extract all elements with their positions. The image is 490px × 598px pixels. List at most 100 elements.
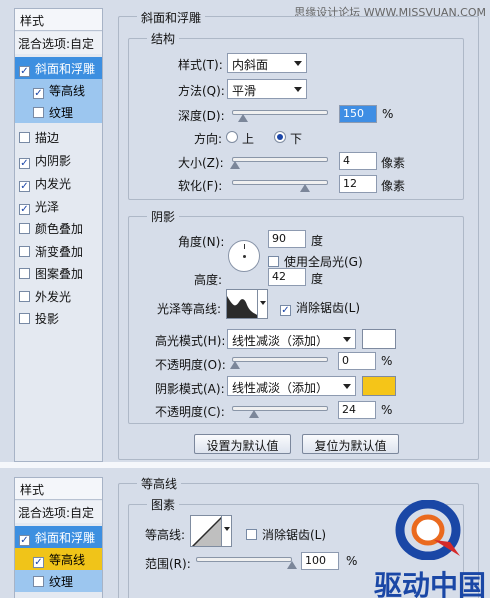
size-unit: 像素 bbox=[381, 156, 406, 170]
altitude-input[interactable]: 42 bbox=[268, 268, 306, 286]
technique-select[interactable]: 平滑 bbox=[227, 79, 307, 99]
size-label: 大小(Z): bbox=[178, 156, 224, 170]
size-slider[interactable] bbox=[232, 157, 328, 162]
style-item-contour[interactable]: ✓ 等高线 bbox=[15, 79, 102, 101]
checkbox-icon[interactable] bbox=[268, 256, 279, 267]
size-slider-thumb[interactable] bbox=[230, 161, 240, 169]
styles-title[interactable]: 样式 bbox=[15, 9, 102, 31]
checkbox-icon[interactable] bbox=[246, 529, 257, 540]
style-select[interactable]: 内斜面 bbox=[227, 53, 307, 73]
soften-slider[interactable] bbox=[232, 180, 328, 185]
logo-mark bbox=[394, 499, 468, 561]
depth-slider-thumb[interactable] bbox=[238, 114, 248, 122]
chevron-down-icon bbox=[343, 384, 351, 389]
highlight-mode-label: 高光模式(H): bbox=[155, 334, 226, 348]
style-item-pattern-overlay[interactable]: 图案叠加 bbox=[15, 262, 102, 284]
range-input[interactable]: 100 bbox=[301, 552, 339, 570]
angle-input[interactable]: 90 bbox=[268, 230, 306, 248]
shadow-opacity-slider[interactable] bbox=[232, 406, 328, 411]
checkbox-icon[interactable] bbox=[19, 246, 30, 257]
shadow-opacity-thumb[interactable] bbox=[249, 410, 259, 418]
style-item-contour-2[interactable]: ✓ 等高线 bbox=[15, 548, 102, 570]
style-item-stroke[interactable]: 描边 bbox=[15, 126, 102, 148]
highlight-opacity-thumb[interactable] bbox=[230, 361, 240, 369]
highlight-opacity-unit: % bbox=[381, 354, 393, 368]
logo-q-icon bbox=[395, 499, 461, 561]
make-default-button[interactable]: 设置为默认值 bbox=[194, 434, 291, 454]
soften-unit: 像素 bbox=[381, 179, 406, 193]
chevron-down-icon bbox=[343, 337, 351, 342]
highlight-opacity-slider[interactable] bbox=[232, 357, 328, 362]
style-item-drop-shadow[interactable]: 投影 bbox=[15, 307, 102, 329]
depth-input[interactable]: 150 bbox=[339, 105, 377, 123]
direction-down-label: 下 bbox=[290, 132, 303, 146]
depth-unit: % bbox=[382, 107, 394, 121]
checkbox-icon[interactable] bbox=[33, 576, 44, 587]
angle-dial[interactable] bbox=[228, 240, 260, 272]
range-slider[interactable] bbox=[196, 557, 292, 562]
style-item-bevel-emboss[interactable]: ✓ 斜面和浮雕 bbox=[15, 57, 102, 79]
shadow-opacity-label: 不透明度(C): bbox=[155, 405, 225, 419]
soften-input[interactable]: 12 bbox=[339, 175, 377, 193]
checkbox-icon[interactable]: ✓ bbox=[33, 88, 44, 99]
range-label: 范围(R): bbox=[145, 557, 191, 571]
styles-list-2: 样式 混合选项:自定 ✓ 斜面和浮雕 ✓ 等高线 纹理 bbox=[14, 477, 103, 598]
blend-options-item-2[interactable]: 混合选项:自定 bbox=[15, 501, 102, 523]
structure-title: 结构 bbox=[147, 30, 180, 47]
shadow-mode-select[interactable]: 线性减淡（添加） bbox=[227, 376, 356, 396]
style-item-gradient-overlay[interactable]: 渐变叠加 bbox=[15, 240, 102, 262]
blend-options-item[interactable]: 混合选项:自定 bbox=[15, 32, 102, 54]
checkbox-icon[interactable]: ✓ bbox=[33, 557, 44, 568]
checkbox-icon[interactable] bbox=[19, 223, 30, 234]
angle-label: 角度(N): bbox=[178, 235, 225, 249]
contour-dropdown[interactable] bbox=[222, 515, 232, 547]
checkbox-icon[interactable]: ✓ bbox=[19, 204, 30, 215]
shadow-color-swatch[interactable] bbox=[362, 376, 396, 396]
checkbox-icon[interactable]: ✓ bbox=[280, 305, 291, 316]
angle-dial-tick-icon bbox=[244, 244, 245, 249]
checkbox-icon[interactable] bbox=[19, 268, 30, 279]
contour-linear-icon bbox=[191, 516, 221, 546]
contour-label: 等高线: bbox=[145, 528, 186, 542]
antialias-checkbox[interactable]: ✓ 消除锯齿(L) bbox=[280, 299, 360, 316]
gloss-contour-label: 光泽等高线: bbox=[157, 302, 222, 316]
shadow-opacity-unit: % bbox=[381, 403, 393, 417]
checkbox-icon[interactable]: ✓ bbox=[19, 181, 30, 192]
highlight-mode-select[interactable]: 线性减淡（添加） bbox=[227, 329, 356, 349]
direction-down-radio[interactable] bbox=[274, 131, 286, 143]
gloss-contour-preview[interactable] bbox=[226, 289, 258, 319]
gloss-contour-dropdown[interactable] bbox=[258, 289, 268, 319]
style-item-outer-glow[interactable]: 外发光 bbox=[15, 285, 102, 307]
checkbox-icon[interactable] bbox=[19, 313, 30, 324]
style-item-texture[interactable]: 纹理 bbox=[15, 101, 102, 123]
checkbox-icon[interactable]: ✓ bbox=[19, 535, 30, 546]
styles-title-2[interactable]: 样式 bbox=[15, 478, 102, 500]
direction-up-radio[interactable] bbox=[226, 131, 238, 143]
style-item-inner-glow[interactable]: ✓ 内发光 bbox=[15, 172, 102, 194]
checkbox-icon[interactable] bbox=[19, 291, 30, 302]
checkbox-icon[interactable]: ✓ bbox=[19, 158, 30, 169]
style-item-texture-2[interactable]: 纹理 bbox=[15, 570, 102, 592]
size-input[interactable]: 4 bbox=[339, 152, 377, 170]
checkbox-icon[interactable] bbox=[33, 107, 44, 118]
style-item-bevel-emboss-2[interactable]: ✓ 斜面和浮雕 bbox=[15, 526, 102, 548]
direction-up-label: 上 bbox=[242, 132, 255, 146]
reset-default-button[interactable]: 复位为默认值 bbox=[302, 434, 399, 454]
contour-preview[interactable] bbox=[190, 515, 222, 547]
contour-curve-icon bbox=[227, 296, 257, 318]
style-item-color-overlay[interactable]: 颜色叠加 bbox=[15, 217, 102, 239]
style-label: 样式(T): bbox=[178, 58, 223, 72]
range-slider-thumb[interactable] bbox=[287, 561, 297, 569]
antialias-checkbox-2[interactable]: 消除锯齿(L) bbox=[246, 526, 326, 543]
altitude-label: 高度: bbox=[194, 273, 223, 287]
chevron-down-icon bbox=[294, 87, 302, 92]
highlight-color-swatch[interactable] bbox=[362, 329, 396, 349]
shadow-opacity-input[interactable]: 24 bbox=[338, 401, 376, 419]
style-item-inner-shadow[interactable]: ✓ 内阴影 bbox=[15, 149, 102, 171]
checkbox-icon[interactable]: ✓ bbox=[19, 66, 30, 77]
checkbox-icon[interactable] bbox=[19, 132, 30, 143]
style-item-satin[interactable]: ✓ 光泽 bbox=[15, 195, 102, 217]
soften-slider-thumb[interactable] bbox=[300, 184, 310, 192]
soften-label: 软化(F): bbox=[178, 179, 223, 193]
highlight-opacity-input[interactable]: 0 bbox=[338, 352, 376, 370]
